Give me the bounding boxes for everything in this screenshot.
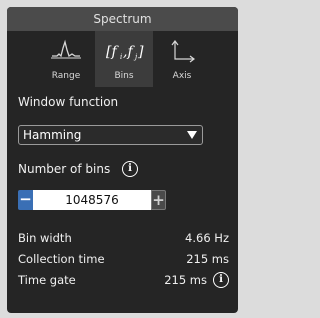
number-of-bins-label: Number of bins	[18, 162, 111, 176]
spectrum-panel: Spectrum Range [f i ,f j ] Bins Axis Win…	[7, 7, 238, 313]
panel-title: Spectrum	[7, 7, 238, 31]
tab-axis[interactable]: Axis	[153, 31, 211, 87]
tab-axis-label: Axis	[172, 71, 192, 81]
window-function-select[interactable]: Hamming	[18, 125, 203, 145]
spectrum-peak-icon	[51, 39, 81, 59]
collection-time-value: 215 ms	[186, 252, 229, 266]
bin-width-value: 4.66 Hz	[185, 231, 229, 245]
window-function-label: Window function	[18, 95, 119, 109]
tab-range[interactable]: Range	[37, 31, 95, 87]
decrement-button[interactable]: −	[18, 190, 33, 210]
axis-icon	[171, 40, 195, 63]
tab-bins-label: Bins	[114, 71, 134, 81]
svg-text:i: i	[120, 53, 122, 61]
time-gate-label: Time gate	[18, 273, 76, 287]
time-gate-value: 215 ms	[164, 273, 207, 287]
bins-stepper: − 1048576 +	[18, 190, 166, 210]
caret-down-icon	[187, 131, 197, 139]
tab-range-label: Range	[51, 71, 81, 81]
bins-frequency-icon: [f i ,f j ]	[106, 44, 144, 61]
svg-text:[f: [f	[106, 44, 119, 60]
increment-button[interactable]: +	[151, 190, 166, 210]
tab-bins[interactable]: [f i ,f j ] Bins	[95, 31, 153, 87]
svg-text:]: ]	[137, 44, 144, 60]
time-gate-info-icon[interactable]: i	[213, 272, 229, 288]
info-icon[interactable]: i	[122, 161, 138, 177]
window-function-value: Hamming	[23, 128, 82, 142]
svg-text:,f: ,f	[123, 44, 135, 60]
bin-width-label: Bin width	[18, 231, 72, 245]
collection-time-label: Collection time	[18, 252, 105, 266]
tab-bar: Range [f i ,f j ] Bins Axis	[7, 31, 238, 87]
bins-input[interactable]: 1048576	[33, 190, 151, 210]
